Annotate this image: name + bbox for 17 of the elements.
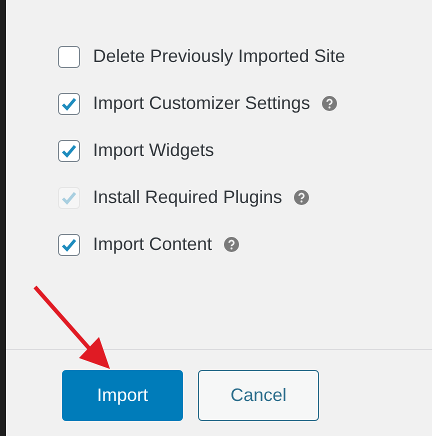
- checkmark-icon: [61, 144, 77, 158]
- import-button[interactable]: Import: [62, 370, 183, 421]
- help-icon[interactable]: [322, 96, 338, 111]
- option-label: Import Widgets: [93, 140, 214, 161]
- checkmark-icon: [61, 190, 77, 204]
- cancel-button[interactable]: Cancel: [198, 370, 319, 421]
- option-label: Delete Previously Imported Site: [93, 46, 346, 67]
- checkbox[interactable]: [58, 92, 80, 114]
- option-label: Import Content: [93, 234, 212, 255]
- help-icon[interactable]: [224, 237, 240, 252]
- option-label: Import Customizer Settings: [93, 93, 310, 114]
- checkmark-icon: [61, 238, 77, 252]
- checkbox[interactable]: [58, 234, 80, 256]
- checkbox[interactable]: [58, 140, 80, 162]
- checkbox[interactable]: [58, 46, 80, 68]
- option-label: Install Required Plugins: [93, 187, 282, 208]
- checkmark-icon: [61, 96, 77, 110]
